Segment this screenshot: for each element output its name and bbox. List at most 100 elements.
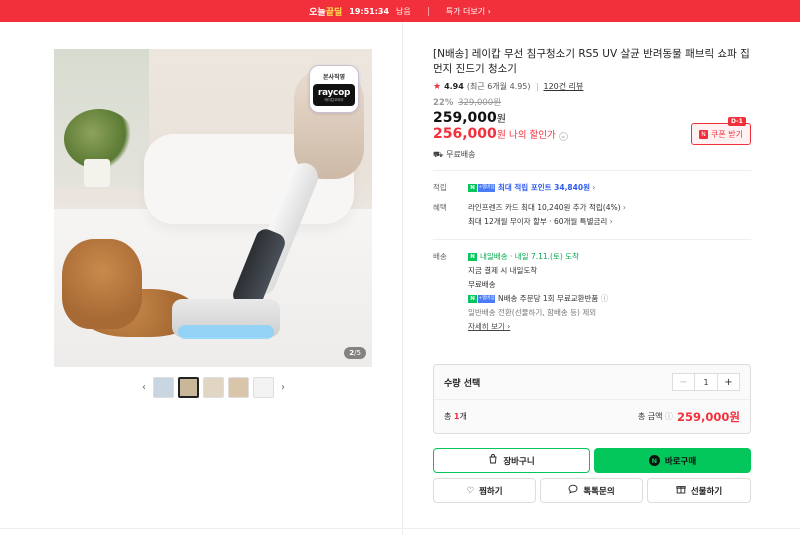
divider — [433, 170, 751, 171]
add-to-cart-button[interactable]: 장바구니 — [433, 448, 590, 473]
npay-plus-icon: N +멤버십 — [468, 184, 495, 192]
quantity-minus-button[interactable]: − — [673, 374, 695, 390]
rating-row: ★ 4.94 (최근 6개월 4.95) 120건 리뷰 — [433, 81, 751, 92]
buy-label: 바로구매 — [664, 456, 697, 467]
thumbnail-strip: ‹ › — [139, 376, 288, 398]
delivery-label: 배송 — [433, 252, 447, 261]
raycop-logo-text: raycop — [317, 87, 351, 98]
thumbnail-3-image — [204, 377, 223, 397]
thumb-prev-arrow-icon[interactable]: ‹ — [139, 382, 149, 393]
installment-benefit-link[interactable]: 최대 12개월 무이자 할부 · 60개월 특별금리 › — [468, 217, 613, 226]
benefit-values: 라인프렌즈 카드 최대 10,240원 추가 적립(4%) › 최대 12개월 … — [468, 201, 626, 229]
image-uv-light — [178, 325, 274, 339]
divider — [433, 239, 751, 240]
star-icon: ★ — [433, 81, 442, 92]
total-amount: 총 금액 ⓘ 259,000원 — [638, 409, 740, 425]
gift-icon — [676, 484, 686, 497]
deal-more-link[interactable]: 특가 더보기 › — [446, 6, 491, 17]
naver-pay-icon: N — [648, 455, 660, 466]
points-value[interactable]: N +멤버십 최대 적립 포인트 34,840원 › — [468, 181, 595, 195]
quantity-value[interactable]: 1 — [695, 374, 717, 390]
card-benefit-link[interactable]: 라인프렌즈 카드 최대 10,240원 추가 적립(4%) › — [468, 203, 626, 212]
delivery-line2: 지금 결제 시 내일도착 — [468, 266, 538, 275]
thumbnail-4-image — [229, 377, 248, 397]
wishlist-button[interactable]: ♡ 찜하기 — [433, 478, 536, 503]
rating-divider — [536, 82, 538, 91]
original-price: 329,000원 — [458, 98, 502, 108]
free-shipping-row: ⛟ 무료배송 — [433, 149, 751, 160]
quantity-label: 수량 선택 — [444, 378, 481, 389]
coupon-icon: N — [699, 129, 708, 139]
thumbnail-5[interactable] — [253, 376, 274, 398]
talk-label: 톡톡문의 — [583, 486, 615, 497]
coupon-label: 쿠폰 받기 — [711, 129, 743, 139]
thumbnail-1[interactable] — [153, 376, 174, 398]
delivery-line5: 일반배송 전환(선물하기, 함배송 등) 제외 — [468, 308, 597, 317]
gift-button[interactable]: 선물하기 — [647, 478, 751, 503]
buy-now-button[interactable]: N 바로구매 — [594, 448, 751, 473]
thumb-next-arrow-icon[interactable]: › — [278, 382, 288, 393]
raycop-logo-sub: 레이캅코리아 — [324, 97, 344, 102]
official-store-badge: 본사직영 raycop 레이캅코리아 — [309, 65, 359, 113]
npay-icon: N — [468, 253, 477, 261]
benefit-label: 혜택 — [433, 203, 447, 212]
deal-brand: 오늘끝딜 — [309, 7, 343, 18]
image-dog-head — [62, 239, 142, 329]
quantity-box: 수량 선택 − 1 + 총 1개 총 금액 ⓘ 259,000원 — [433, 364, 751, 434]
quantity-plus-button[interactable]: + — [717, 374, 739, 390]
quantity-stepper: − 1 + — [672, 373, 740, 391]
total-row: 총 1개 총 금액 ⓘ 259,000원 — [434, 400, 750, 433]
delivery-details-link[interactable]: 자세히 보기 › — [468, 322, 510, 331]
product-info: [N배송] 레이캅 무선 침구청소기 RS5 UV 살균 반려동물 패브릭 쇼파… — [433, 47, 751, 334]
delivery-row: 배송 N 내일배송 · 내일 7.11.(토) 도착 지금 결제 시 내일도착 무… — [433, 250, 751, 334]
chevron-down-icon[interactable]: ⌄ — [558, 131, 568, 141]
tomorrow-delivery: N 내일배송 · 내일 7.11.(토) 도착 — [468, 252, 579, 261]
total-count: 총 1개 — [444, 412, 467, 421]
delivery-line4: N +멤버십 N배송 주문당 1회 무료교환반품 ⓘ — [468, 294, 608, 303]
thumbnail-4[interactable] — [228, 376, 249, 398]
discount-row: 22% 329,000원 — [433, 96, 751, 108]
official-badge-label: 본사직영 — [322, 74, 346, 81]
product-title: [N배송] 레이캅 무선 침구청소기 RS5 UV 살균 반려동물 패브릭 쇼파… — [433, 48, 750, 75]
thumbnail-2-image — [180, 378, 197, 396]
info-icon: ⓘ — [665, 412, 674, 421]
product-main-image[interactable]: 본사직영 raycop 레이캅코리아 2/5 — [54, 49, 372, 367]
cart-label: 장바구니 — [503, 456, 535, 467]
wish-label: 찜하기 — [479, 486, 503, 497]
deal-timer-suffix: 남음 — [396, 6, 411, 16]
thumbnail-2[interactable] — [178, 376, 199, 398]
points-row: 적립 N +멤버십 최대 적립 포인트 34,840원 › — [433, 181, 751, 195]
total-amount-label: 총 금액 ⓘ — [637, 412, 674, 421]
points-label: 적립 — [433, 183, 447, 192]
chat-bubble-icon — [568, 484, 578, 497]
delivery-values: N 내일배송 · 내일 7.11.(토) 도착 지금 결제 시 내일도착 무료배송… — [468, 250, 608, 334]
rating-detail: (최근 6개월 4.95) — [466, 82, 531, 91]
image-page-indicator: 2/5 — [344, 347, 366, 359]
coupon-button[interactable]: D-1 N 쿠폰 받기 — [691, 117, 751, 145]
info-icon[interactable]: ⓘ — [601, 294, 609, 303]
quantity-select-row: 수량 선택 − 1 + — [434, 365, 750, 400]
benefit-row: 혜택 라인프렌즈 카드 최대 10,240원 추가 적립(4%) › 최대 12… — [433, 201, 751, 229]
coupon-dday-badge: D-1 — [728, 117, 746, 126]
review-count-link[interactable]: 120건 리뷰 — [544, 81, 584, 92]
thumbnail-5-image — [254, 377, 273, 397]
bottom-divider — [0, 528, 800, 529]
my-discount-price: 256,000원 — [433, 126, 506, 142]
truck-icon: ⛟ — [433, 149, 444, 159]
thumbnail-3[interactable] — [203, 376, 224, 398]
heart-icon: ♡ — [466, 485, 475, 496]
raycop-logo: raycop 레이캅코리아 — [313, 84, 355, 106]
npay-plus-icon: N +멤버십 — [468, 295, 495, 303]
shopping-bag-icon — [488, 454, 498, 467]
talk-inquiry-button[interactable]: 톡톡문의 — [540, 478, 643, 503]
total-price: 259,000원 — [677, 409, 740, 424]
free-shipping-label: 무료배송 — [446, 150, 476, 159]
delivery-line3: 무료배송 — [468, 280, 496, 289]
rating-score: 4.94 — [444, 82, 464, 91]
my-discount-label: 나의 할인가 — [508, 130, 556, 141]
deal-timer: 19:51:34 — [349, 6, 390, 16]
column-divider — [402, 22, 403, 535]
banner-divider — [427, 6, 429, 16]
discount-percent: 22% — [433, 98, 454, 108]
deal-banner: 오늘끝딜 19:51:34 남음 특가 더보기 › — [0, 0, 800, 22]
